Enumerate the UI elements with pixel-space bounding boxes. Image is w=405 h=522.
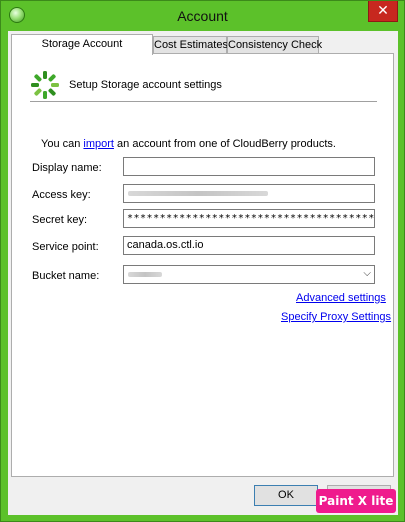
dialog-body: Storage Account Cost Estimates Consisten… bbox=[8, 31, 398, 515]
close-button[interactable]: ✕ bbox=[368, 1, 398, 22]
redacted-value bbox=[128, 191, 268, 196]
title-bar[interactable]: Account ✕ bbox=[1, 1, 404, 31]
import-suffix: an account from one of CloudBerry produc… bbox=[113, 138, 336, 150]
secret-key-field[interactable]: **************************************** bbox=[123, 209, 375, 228]
bucket-name-select[interactable]: ⌵ bbox=[123, 265, 375, 284]
display-name-field[interactable] bbox=[123, 157, 375, 176]
ok-button[interactable]: OK bbox=[254, 485, 318, 506]
cloudberry-logo-icon bbox=[31, 71, 59, 99]
account-dialog: Account ✕ Storage Account Cost Estimates… bbox=[0, 0, 405, 522]
tab-cost-estimates[interactable]: Cost Estimates bbox=[153, 36, 228, 54]
advanced-settings-link[interactable]: Advanced settings bbox=[296, 292, 386, 304]
import-hint: You can import an account from one of Cl… bbox=[41, 138, 336, 150]
redacted-value bbox=[128, 272, 162, 277]
import-prefix: You can bbox=[41, 138, 84, 150]
bucket-name-label: Bucket name: bbox=[32, 270, 100, 282]
access-key-field[interactable] bbox=[123, 184, 375, 203]
chevron-down-icon[interactable]: ⌵ bbox=[363, 268, 371, 279]
proxy-settings-link[interactable]: Specify Proxy Settings bbox=[281, 311, 391, 323]
import-link[interactable]: import bbox=[83, 138, 114, 150]
tab-consistency-check[interactable]: Consistency Check bbox=[227, 36, 322, 54]
service-point-field[interactable]: canada.os.ctl.io bbox=[123, 236, 375, 255]
header-divider bbox=[30, 101, 377, 102]
window-title: Account bbox=[177, 8, 228, 24]
tab-storage-account[interactable]: Storage Account bbox=[11, 34, 153, 55]
storage-account-panel: Setup Storage account settings You can i… bbox=[11, 53, 394, 477]
access-key-label: Access key: bbox=[32, 189, 91, 201]
header-title: Setup Storage account settings bbox=[69, 79, 222, 91]
paint-x-lite-watermark: Paint X lite bbox=[316, 489, 396, 513]
service-point-label: Service point: bbox=[32, 241, 99, 253]
display-name-label: Display name: bbox=[32, 162, 102, 174]
secret-key-label: Secret key: bbox=[32, 214, 88, 226]
